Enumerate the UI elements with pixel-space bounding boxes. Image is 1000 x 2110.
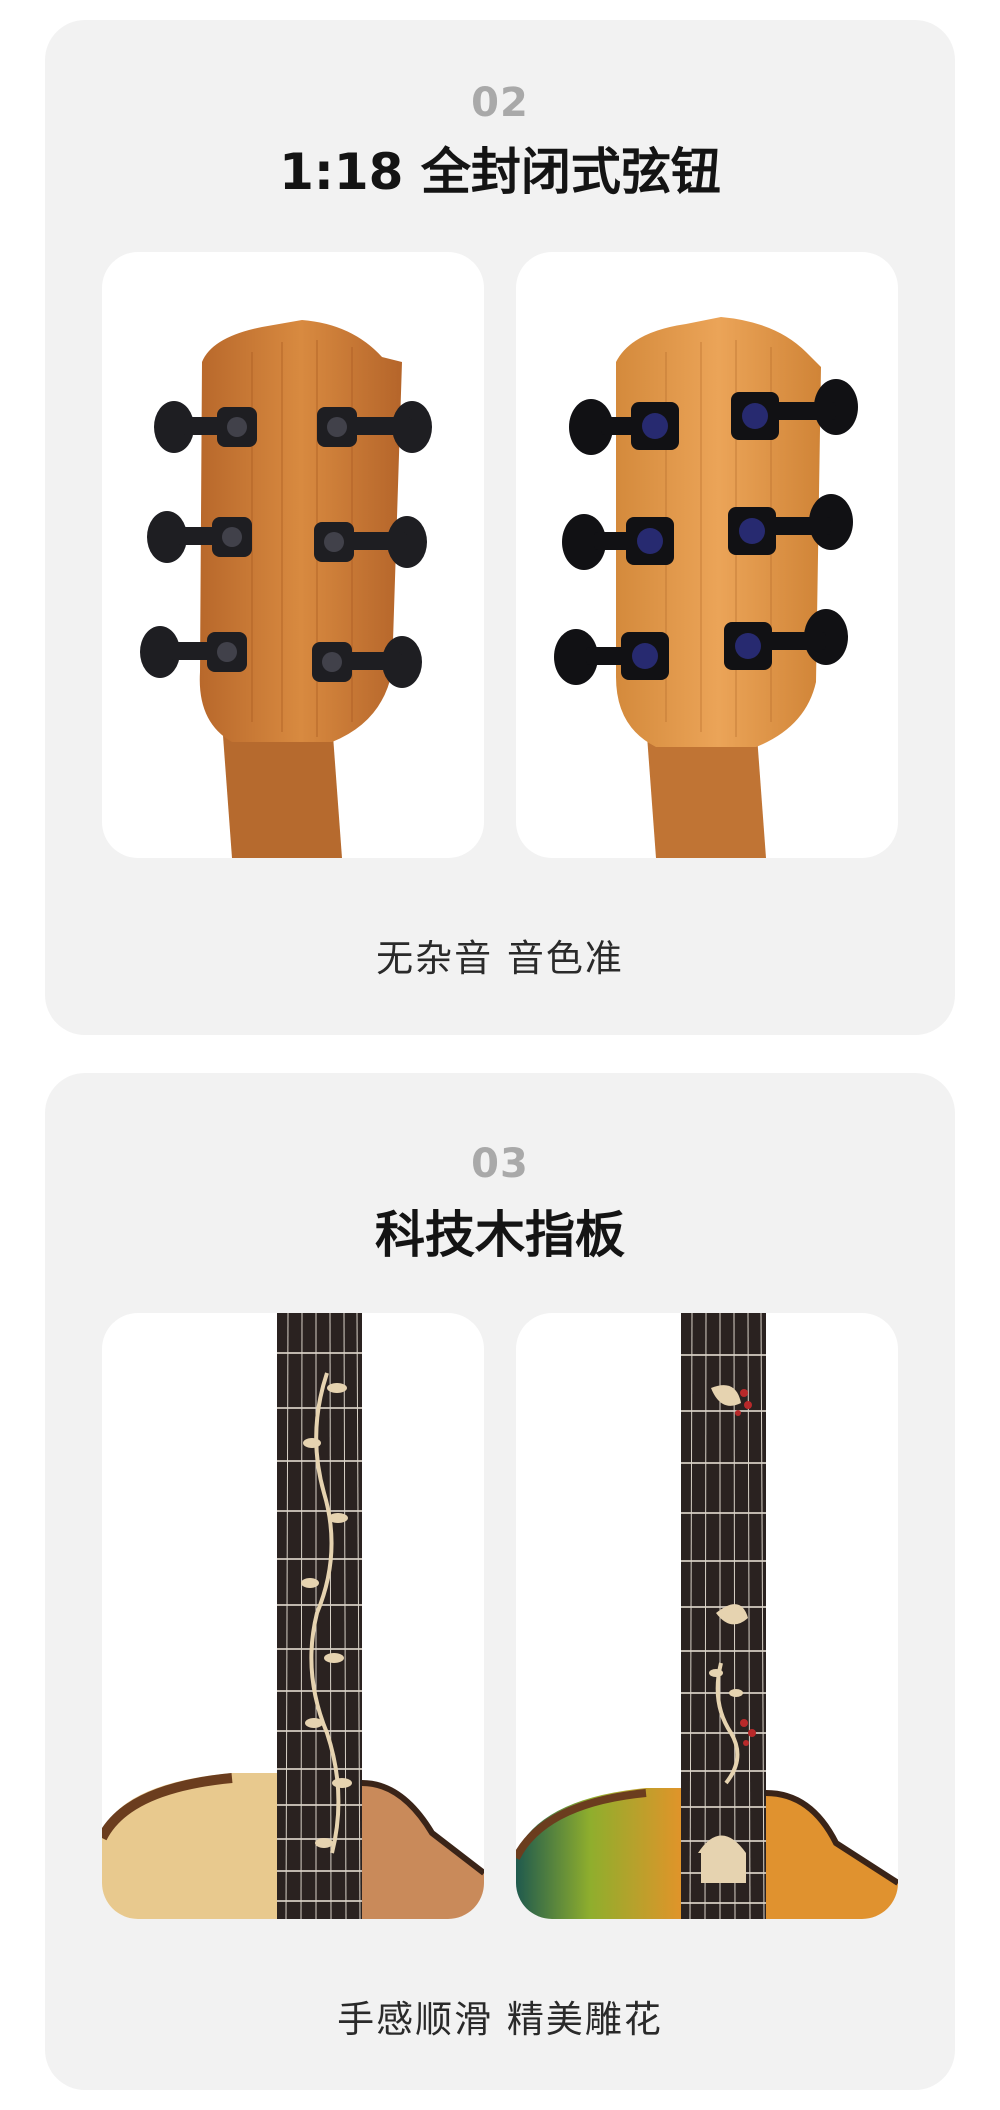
section-caption: 无杂音 音色准 (376, 937, 624, 980)
section-tuners: 02 1:18 全封闭式弦钮 无杂音 音色准 (45, 20, 955, 1035)
section-number: 02 (471, 80, 529, 126)
headstock-illustration-right (554, 317, 858, 858)
section-caption: 手感顺滑 精美雕花 (337, 1998, 663, 2041)
fretboard-photo-right (516, 1313, 898, 1919)
section-title: 科技木指板 (375, 1206, 625, 1264)
section-title: 1:18 全封闭式弦钮 (279, 143, 721, 201)
headstock-illustration-left (140, 320, 432, 858)
fretboard-photo-left (102, 1313, 484, 1919)
headstock-photo-left (102, 252, 484, 858)
fretboard-illustration-right (516, 1313, 898, 1919)
section-fretboard: 03 科技木指板 手感顺滑 精美雕花 (45, 1073, 955, 2090)
headstock-photo-right (516, 252, 898, 858)
section-number: 03 (471, 1141, 529, 1187)
product-detail-page: 02 1:18 全封闭式弦钮 无杂音 音色准 03 科技木指板 手感顺滑 精美雕… (0, 0, 1000, 2110)
fretboard-illustration-left (102, 1313, 484, 1919)
